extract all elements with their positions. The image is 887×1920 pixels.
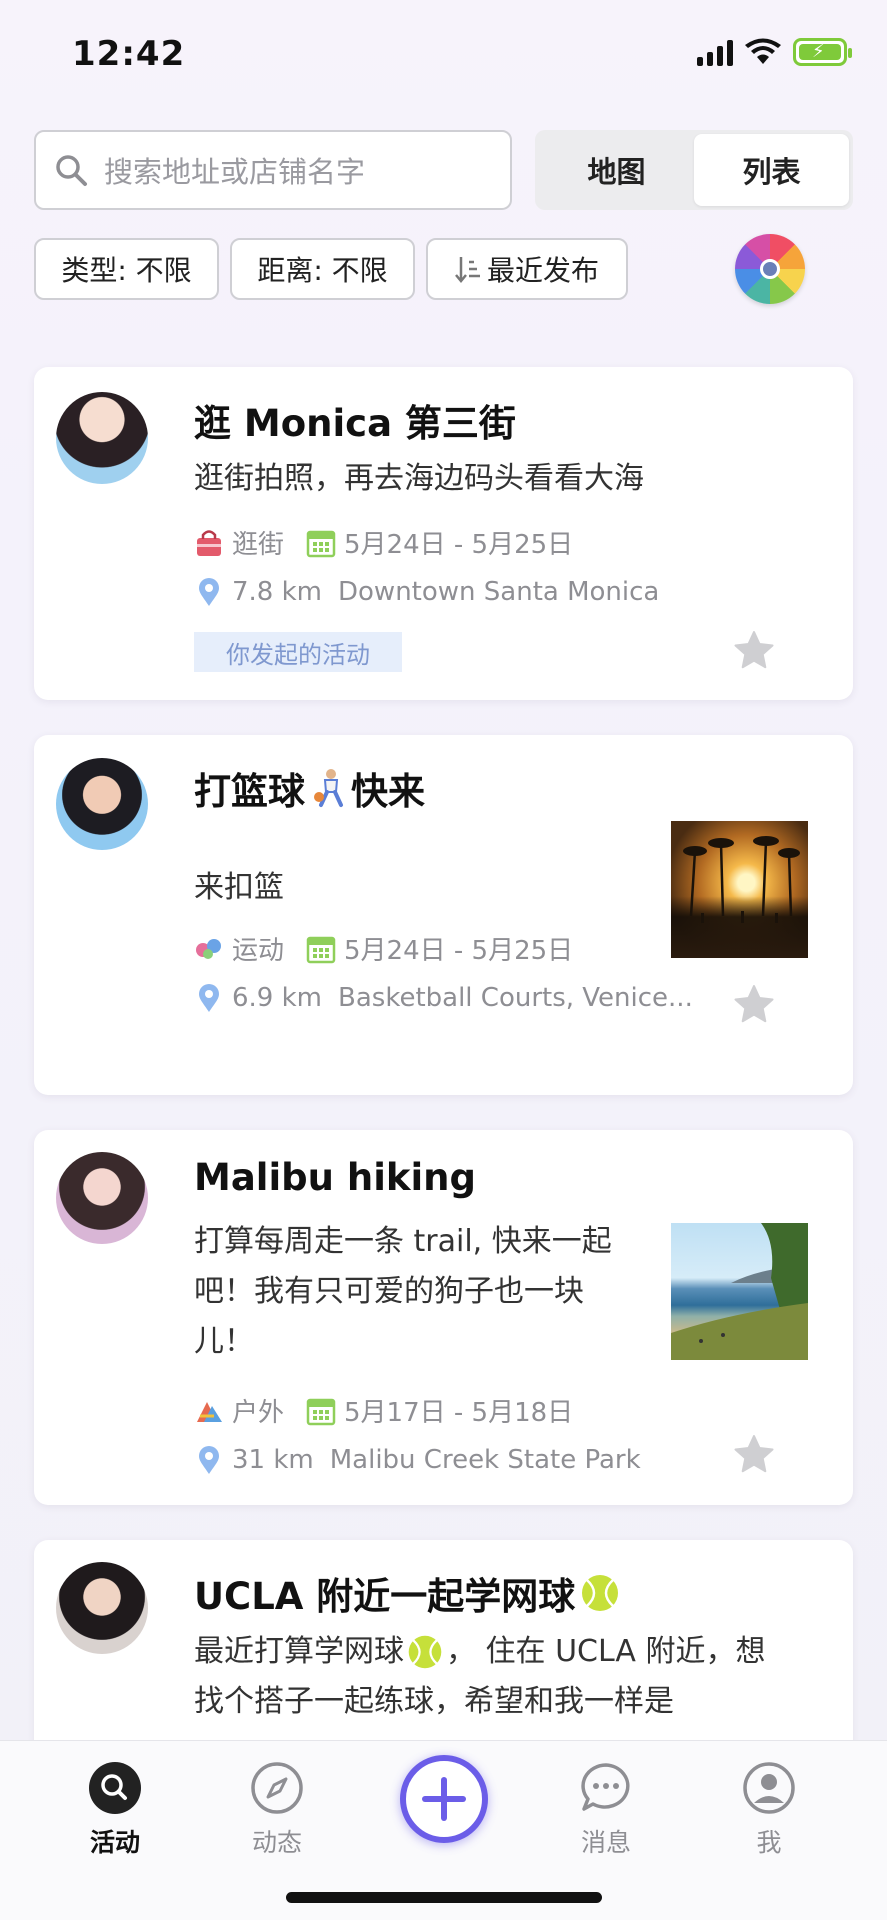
star-icon[interactable] (733, 629, 775, 671)
post-card[interactable]: 逛 Monica 第三街 逛街拍照，再去海边码头看看大海 逛街 5月24日 - … (34, 367, 853, 700)
sort-label: 最近发布 (486, 254, 599, 287)
post-description: 逛街拍照，再去海边码头看看大海 (194, 461, 644, 496)
post-description-line: 吧！我有只可爱的狗子也一块 (194, 1274, 584, 1309)
search-circle-icon (89, 1762, 141, 1814)
post-dates: 5月17日 - 5月18日 (344, 1398, 574, 1428)
post-title-row: 打篮球 快来 (194, 761, 425, 815)
post-description-line: 最近打算学网球 ， 住在 UCLA 附近，想 (194, 1627, 765, 1677)
post-description-line: 找个搭子一起练球，希望和我一样是 (194, 1684, 674, 1719)
basketball-player-icon (314, 769, 343, 807)
post-distance: 31 km (232, 1445, 314, 1475)
calendar-icon (306, 530, 336, 557)
search-icon (56, 155, 87, 186)
dumbbell-icon (196, 938, 221, 959)
tab-activity[interactable]: 活动 (60, 1761, 170, 1859)
compass-icon (251, 1762, 303, 1814)
post-distance: 6.9 km (232, 983, 322, 1013)
tab-me[interactable]: 我 (714, 1761, 824, 1859)
status-icons: ⚡ (697, 38, 852, 66)
post-description-line: 打算每周走一条 trail, 快来一起 (194, 1224, 612, 1259)
profile-icon (743, 1762, 795, 1814)
distance-filter-button[interactable]: 距离: 不限 (230, 238, 415, 300)
post-location-row: 31 km Malibu Creek State Park (194, 1445, 641, 1475)
tennis-ball-icon (408, 1635, 442, 1669)
post-description-text: 最近打算学网球 (194, 1634, 404, 1669)
type-filter-label: 类型: 不限 (61, 254, 192, 287)
home-indicator (286, 1892, 602, 1903)
post-dates: 5月24日 - 5月25日 (344, 530, 574, 560)
location-pin-icon (199, 984, 219, 1012)
post-location-row: 6.9 km Basketball Courts, Venice... (194, 983, 693, 1013)
tab-me-label: 我 (756, 1828, 782, 1857)
post-description-line: 儿！ (194, 1324, 254, 1359)
post-title-suffix: 快来 (351, 770, 425, 813)
search-input[interactable]: 搜索地址或店铺名字 (34, 130, 512, 210)
post-category: 户外 (232, 1398, 285, 1428)
post-thumbnail[interactable] (671, 821, 808, 958)
map-view-button[interactable]: 地图 (539, 134, 694, 206)
post-title: Malibu hiking (194, 1156, 476, 1199)
list-view-button[interactable]: 列表 (694, 134, 849, 206)
post-location: Basketball Courts, Venice... (338, 983, 693, 1013)
post-title: 逛 Monica 第三街 (194, 402, 516, 445)
avatar[interactable] (56, 1562, 148, 1654)
color-wheel-icon[interactable] (735, 234, 805, 304)
location-pin-icon (199, 578, 219, 606)
type-filter-button[interactable]: 类型: 不限 (34, 238, 219, 300)
avatar[interactable] (56, 392, 148, 484)
tennis-ball-icon (582, 1575, 619, 1611)
post-distance: 7.8 km (232, 577, 322, 607)
backpack-icon (197, 1401, 222, 1422)
organizer-badge: 你发起的活动 (194, 632, 402, 672)
distance-filter-label: 距离: 不限 (257, 254, 388, 287)
post-location: Downtown Santa Monica (338, 577, 660, 607)
calendar-icon (306, 936, 336, 963)
search-placeholder: 搜索地址或店铺名字 (104, 155, 366, 189)
tab-messages[interactable]: 消息 (551, 1761, 661, 1859)
post-meta-row: 逛街 5月24日 - 5月25日 (194, 524, 573, 561)
post-location: Malibu Creek State Park (329, 1445, 641, 1475)
shopping-bag-icon (197, 529, 221, 556)
status-bar: 12:42 ⚡ (0, 0, 887, 110)
wifi-icon (745, 38, 781, 64)
post-category: 运动 (232, 936, 285, 966)
palm-trees-image (683, 836, 800, 923)
avatar[interactable] (56, 758, 148, 850)
cellular-signal-icon (697, 38, 733, 66)
post-title: 打篮球 (194, 770, 305, 813)
add-post-button[interactable] (400, 1755, 488, 1843)
avatar[interactable] (56, 1152, 148, 1244)
plus-icon (422, 1777, 466, 1821)
post-thumbnail[interactable] (671, 1223, 808, 1360)
chat-bubble-icon (581, 1763, 630, 1811)
sort-button[interactable]: 最近发布 (426, 238, 628, 300)
post-card[interactable]: Malibu hiking 打算每周走一条 trail, 快来一起 吧！我有只可… (34, 1130, 853, 1505)
tab-activity-label: 活动 (89, 1828, 140, 1857)
sort-icon (455, 257, 480, 283)
post-description: 来扣篮 (194, 870, 284, 905)
post-card[interactable]: 打篮球 快来 来扣篮 运动 5月24日 - 5月25日 6.9 km Baske… (34, 735, 853, 1095)
post-meta-row: 户外 5月17日 - 5月18日 (194, 1392, 573, 1429)
post-meta-row: 运动 5月24日 - 5月25日 (194, 930, 573, 967)
post-description-text: ， 住在 UCLA 附近，想 (446, 1634, 766, 1669)
post-location-row: 7.8 km Downtown Santa Monica (194, 577, 659, 607)
location-pin-icon (199, 1446, 219, 1474)
post-category: 逛街 (232, 530, 285, 560)
tab-messages-label: 消息 (580, 1828, 631, 1857)
tab-feed[interactable]: 动态 (222, 1761, 332, 1859)
status-time: 12:42 (72, 34, 186, 74)
post-dates: 5月24日 - 5月25日 (344, 936, 574, 966)
tab-feed-label: 动态 (251, 1828, 302, 1857)
calendar-icon (306, 1398, 336, 1425)
star-icon[interactable] (733, 1433, 775, 1475)
star-icon[interactable] (733, 983, 775, 1025)
post-title: UCLA 附近一起学网球 (194, 1575, 576, 1618)
view-toggle: 地图 列表 (535, 130, 853, 210)
post-title-row: UCLA 附近一起学网球 (194, 1566, 621, 1620)
battery-icon: ⚡ (793, 38, 852, 66)
coastline-image (671, 1223, 808, 1360)
